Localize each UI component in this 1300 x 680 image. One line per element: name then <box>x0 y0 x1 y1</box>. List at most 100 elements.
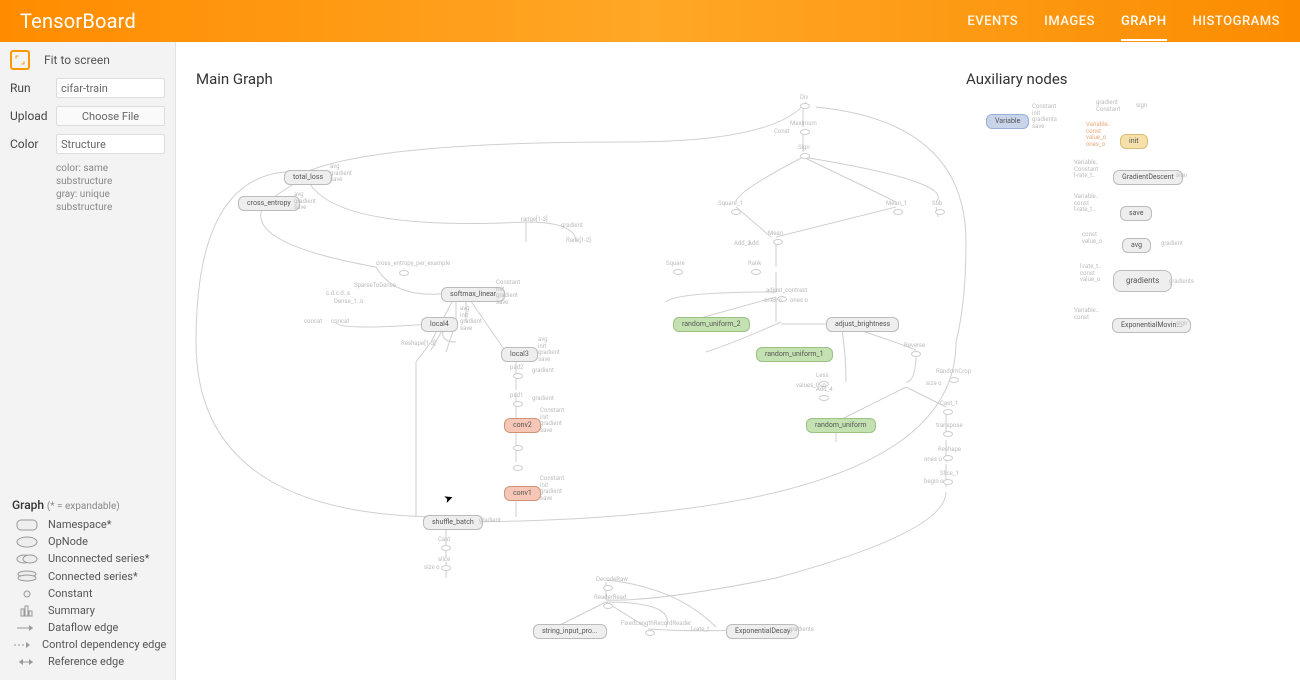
aux-gd-in: Variable..Constantl-rate_t.. <box>1074 160 1099 180</box>
aux-init-sign: sign <box>1136 102 1147 109</box>
node-string-input[interactable]: string_input_pro... <box>533 624 607 639</box>
node-rand2[interactable]: random_uniform_2 <box>673 317 750 332</box>
node-rand[interactable]: random_uniform <box>806 418 876 433</box>
node-shuffle[interactable]: shuffle_batch <box>423 515 483 530</box>
legend: Graph (* = expandable) Namespace* OpNode… <box>0 488 176 680</box>
legend-opnode: OpNode <box>12 535 164 548</box>
legend-title: Graph <box>12 498 44 512</box>
tab-graph[interactable]: GRAPH <box>1121 2 1167 41</box>
aux-grad-out: gradients <box>1169 278 1194 285</box>
color-hint-1: color: same substructure <box>10 162 165 188</box>
aux-grad-in: l-rate_t..constvalue_o <box>1080 264 1101 284</box>
label-cross-ex: cross_entropy_per_example <box>376 260 450 267</box>
color-select[interactable] <box>56 134 165 154</box>
aux-expm-in: Variable..const <box>1074 308 1099 321</box>
aux-avg[interactable]: avg <box>1122 238 1151 253</box>
choose-file-button[interactable]: Choose File <box>56 106 165 126</box>
label-dense1: Dense_1..o <box>334 298 363 305</box>
op-add4 <box>816 392 830 400</box>
legend-reference: Reference edge <box>12 655 164 668</box>
op-mid1 <box>510 442 524 450</box>
aux-variable[interactable]: Variable <box>986 114 1029 129</box>
label-sparse: SparseToDense <box>354 282 396 289</box>
aux-gd-sign: sign <box>1176 172 1187 179</box>
app-title: TensorBoard <box>20 9 967 33</box>
node-local4[interactable]: local4 <box>421 317 458 332</box>
fit-label: Fit to screen <box>44 53 110 67</box>
tab-histograms[interactable]: HISTOGRAMS <box>1193 2 1280 41</box>
color-label: Color <box>10 137 56 151</box>
label-const: Const <box>774 128 790 135</box>
node-conv1[interactable]: conv1 <box>504 486 541 501</box>
op-square <box>670 266 684 274</box>
nav-tabs: EVENTS IMAGES GRAPH HISTOGRAMS <box>967 2 1280 41</box>
op-reader <box>600 600 614 608</box>
op-cast1 <box>940 406 954 414</box>
op-reverse <box>908 348 922 356</box>
color-hint-2: gray: unique substructure <box>10 188 165 214</box>
node-total-loss[interactable]: total_loss <box>284 170 332 185</box>
node-cross-entropy[interactable]: cross_entropy <box>238 196 300 211</box>
legend-conn: Connected series* <box>12 569 164 583</box>
tags-total-loss: avggradientsave <box>330 164 352 184</box>
op-mean <box>770 236 784 244</box>
tag-pad1-grad: gradient <box>532 395 554 402</box>
tab-events[interactable]: EVENTS <box>967 2 1018 41</box>
label-lrate: l-rate_t.. <box>691 626 712 633</box>
graph-canvas[interactable]: Main Graph Auxiliary nodes <box>176 42 1300 680</box>
tags-softmax: Constantinitgradientsave <box>496 280 520 306</box>
tags-conv2: Constantinitgradientsave <box>540 408 564 434</box>
node-conv2[interactable]: conv2 <box>504 418 541 433</box>
label-range: range[1-3] <box>521 216 548 223</box>
aux-gradients[interactable]: gradients <box>1113 270 1172 292</box>
label-rank: Rank[1-2] <box>566 237 591 244</box>
legend-subtitle: (* = expandable) <box>47 501 120 512</box>
tag-expdecay-grad: gradients <box>789 626 814 633</box>
legend-unconn: Unconnected series* <box>12 552 164 565</box>
op-max <box>797 126 811 134</box>
label-concat: concat <box>331 318 349 325</box>
aux-avg-grad: gradient <box>1161 240 1183 247</box>
node-rand1[interactable]: random_uniform_1 <box>756 347 833 362</box>
legend-summary: Summary <box>12 604 164 617</box>
node-adjbright[interactable]: adjust_brightness <box>826 317 899 332</box>
op-slice <box>438 562 452 570</box>
aux-gd[interactable]: GradientDescent <box>1113 170 1183 185</box>
label-begin: begin o <box>924 478 944 485</box>
run-select[interactable] <box>56 78 165 98</box>
op-square1 <box>728 206 742 214</box>
node-local3[interactable]: local3 <box>501 347 538 362</box>
label-reshape: Reshape[1-3] <box>401 340 436 347</box>
legend-namespace: Namespace* <box>12 518 164 531</box>
op-mean1 <box>890 206 904 214</box>
op-randcrop <box>946 374 960 382</box>
op-pad1 <box>510 398 524 406</box>
aux-expm-sign: sign <box>1176 320 1187 327</box>
tag-range-grad: gradient <box>561 222 583 229</box>
op-cast <box>438 542 452 550</box>
op-transpose <box>940 428 954 436</box>
aux-init-in: gradientConstant <box>1096 100 1120 113</box>
tab-images[interactable]: IMAGES <box>1044 2 1095 41</box>
opstack-cross-ex <box>396 267 410 275</box>
op-rankm <box>748 266 762 274</box>
main-graph-title: Main Graph <box>196 70 273 88</box>
label-cdrda: c.d.c.d..s <box>326 290 350 297</box>
tags-local3: avginitgradientsave <box>538 337 560 363</box>
fit-screen-icon <box>10 50 30 70</box>
fit-to-screen[interactable]: Fit to screen <box>10 50 165 70</box>
label-concat-in: concat <box>304 318 322 325</box>
op-div <box>797 100 811 108</box>
aux-save[interactable]: save <box>1120 206 1152 221</box>
legend-dataflow: Dataflow edge <box>12 621 164 634</box>
aux-var-tags: Constantinitgradientssave <box>1032 104 1057 130</box>
aux-init-list: Variable..constvalue_oones_o <box>1086 122 1111 148</box>
app-header: TensorBoard EVENTS IMAGES GRAPH HISTOGRA… <box>0 0 1300 42</box>
op-reshape2 <box>940 452 954 460</box>
op-decode <box>600 582 614 590</box>
aux-init[interactable]: init <box>1120 134 1148 149</box>
op-sign <box>797 150 811 158</box>
tags-conv1: Constantinitgradientsave <box>540 476 564 502</box>
tags-cross-entropy: avggradientsave <box>294 192 316 212</box>
mouse-cursor-icon: ➤ <box>442 491 455 506</box>
